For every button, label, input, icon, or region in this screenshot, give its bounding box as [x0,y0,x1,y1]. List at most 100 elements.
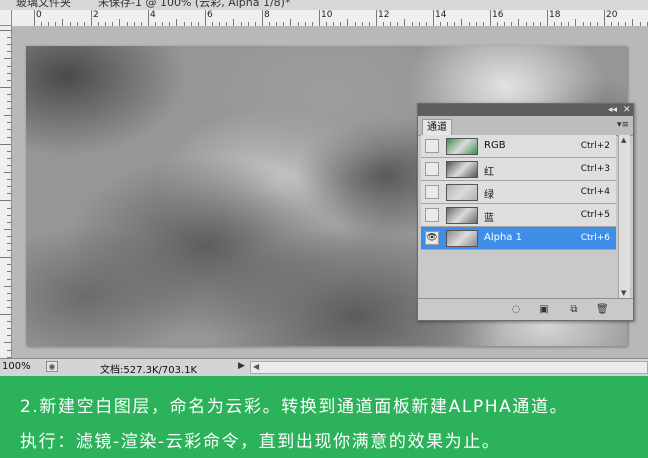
ruler-tick [518,19,520,26]
ruler-label: 14 [435,10,447,20]
scroll-up-icon[interactable]: ▲ [621,136,626,144]
ruler-tick [7,221,11,223]
ruler-tick [233,19,235,26]
ruler-label: 20 [606,10,618,20]
document-info-icon[interactable]: ◉ [46,361,58,372]
ruler-tick [7,235,11,237]
ruler-tick [148,10,149,26]
ruler-tick [7,179,11,181]
zoom-level[interactable]: 100% [2,361,31,372]
ruler-tick [7,79,11,81]
channel-thumbnail [446,230,478,247]
ruler-tick [7,93,11,95]
ruler-tick [7,51,11,53]
tab-glass-folder[interactable]: 玻璃文件夹 [16,0,71,10]
channel-thumbnail [446,138,478,155]
channel-name: RGB [484,140,506,151]
channel-row[interactable]: 绿 Ctrl+4 [421,181,616,204]
channel-row[interactable]: 👁 Alpha 1 Ctrl+6 [421,227,616,250]
tab-channels[interactable]: 通道 [422,119,452,136]
channel-shortcut: Ctrl+5 [580,210,610,220]
ruler-label: 8 [264,10,270,20]
new-channel-icon[interactable]: ⧉ [568,304,580,315]
save-selection-icon[interactable]: ▣ [538,304,550,315]
panel-title-bar[interactable]: ◂◂ ✕ [418,104,633,116]
channel-row[interactable]: 红 Ctrl+3 [421,158,616,181]
visibility-eye-icon[interactable] [425,139,439,153]
ruler-tick [7,243,11,244]
collapse-icon[interactable]: ◂◂ [608,104,617,116]
channel-row[interactable]: RGB Ctrl+2 [421,135,616,158]
ruler-tick [7,72,11,74]
ruler-tick [176,19,178,26]
channel-shortcut: Ctrl+3 [580,164,610,174]
channel-shortcut: Ctrl+4 [580,187,610,197]
ruler-tick [7,278,11,280]
tab-untitled-document[interactable]: 未保存-1 @ 100% (云彩, Alpha 1/8)* [98,0,290,10]
ruler-tick [575,19,577,26]
horizontal-scrollbar[interactable]: ◀ [250,361,648,374]
ruler-tick [632,19,634,26]
ruler-tick [0,200,11,202]
ruler-tick [490,10,491,26]
ruler-tick [4,115,11,117]
ruler-tick [7,136,11,138]
ruler-tick [7,150,11,152]
ruler-tick [433,10,434,26]
ruler-tick [7,306,11,308]
ruler-tick [7,214,11,216]
visibility-eye-icon[interactable] [425,185,439,199]
vertical-ruler[interactable] [0,26,12,358]
status-menu-arrow-icon[interactable]: ▶ [238,361,245,371]
panel-footer: ◌ ▣ ⧉ 🗑 [418,298,633,320]
ruler-label: 12 [378,10,390,20]
ruler-tick [205,10,206,26]
horizontal-ruler[interactable]: 0 2 4 6 8 10 12 14 16 18 20 [12,10,648,27]
ruler-label: 6 [207,10,213,20]
channel-list-scrollbar[interactable]: ▲ ▼ [618,135,630,298]
ruler-tick [7,264,11,266]
channel-shortcut: Ctrl+2 [580,141,610,151]
ruler-tick [4,58,11,60]
ruler-tick [91,10,92,26]
ruler-label: 16 [492,10,504,20]
ruler-tick [7,37,11,39]
ruler-tick [347,19,349,26]
ruler-tick [4,342,11,344]
panel-menu-icon[interactable]: ▾≡ [617,120,629,130]
ruler-tick [290,19,292,26]
ruler-tick [7,157,11,159]
ruler-tick [7,101,11,102]
scroll-down-icon[interactable]: ▼ [621,289,626,297]
ruler-tick [7,44,11,46]
ruler-tick [4,172,11,173]
ruler-tick [7,207,11,209]
channel-row[interactable]: 蓝 Ctrl+5 [421,204,616,227]
close-icon[interactable]: ✕ [623,104,631,116]
ruler-label: 0 [36,10,42,20]
channel-name: 蓝 [484,213,494,224]
visibility-eye-icon[interactable] [425,208,439,222]
visibility-eye-icon[interactable] [425,162,439,176]
channel-name: 绿 [484,190,494,201]
ruler-tick [7,349,11,351]
ruler-tick [34,10,35,26]
scroll-left-icon[interactable]: ◀ [253,362,259,371]
ruler-tick [7,129,11,131]
ruler-label: 4 [150,10,156,20]
visibility-eye-icon[interactable]: 👁 [425,231,439,245]
ruler-corner [0,10,12,26]
delete-channel-icon[interactable]: 🗑 [596,304,609,315]
ruler-tick [0,143,11,145]
ruler-tick [0,314,11,315]
ruler-tick [547,10,548,26]
caption-line-1: 2.新建空白图层，命名为云彩。转换到通道面板新建ALPHA通道。 [20,397,569,417]
channel-thumbnail [446,184,478,201]
ruler-tick [4,285,11,287]
load-selection-icon[interactable]: ◌ [510,304,522,315]
ruler-tick [7,271,11,273]
channel-name: Alpha 1 [484,232,522,243]
channels-panel: ◂◂ ✕ 通道 ▾≡ RGB Ctrl+2 红 Ctrl+3 绿 Ctrl+4 蓝 Ctrl+… [417,103,634,321]
ruler-tick [7,122,11,124]
ruler-tick [7,186,11,188]
